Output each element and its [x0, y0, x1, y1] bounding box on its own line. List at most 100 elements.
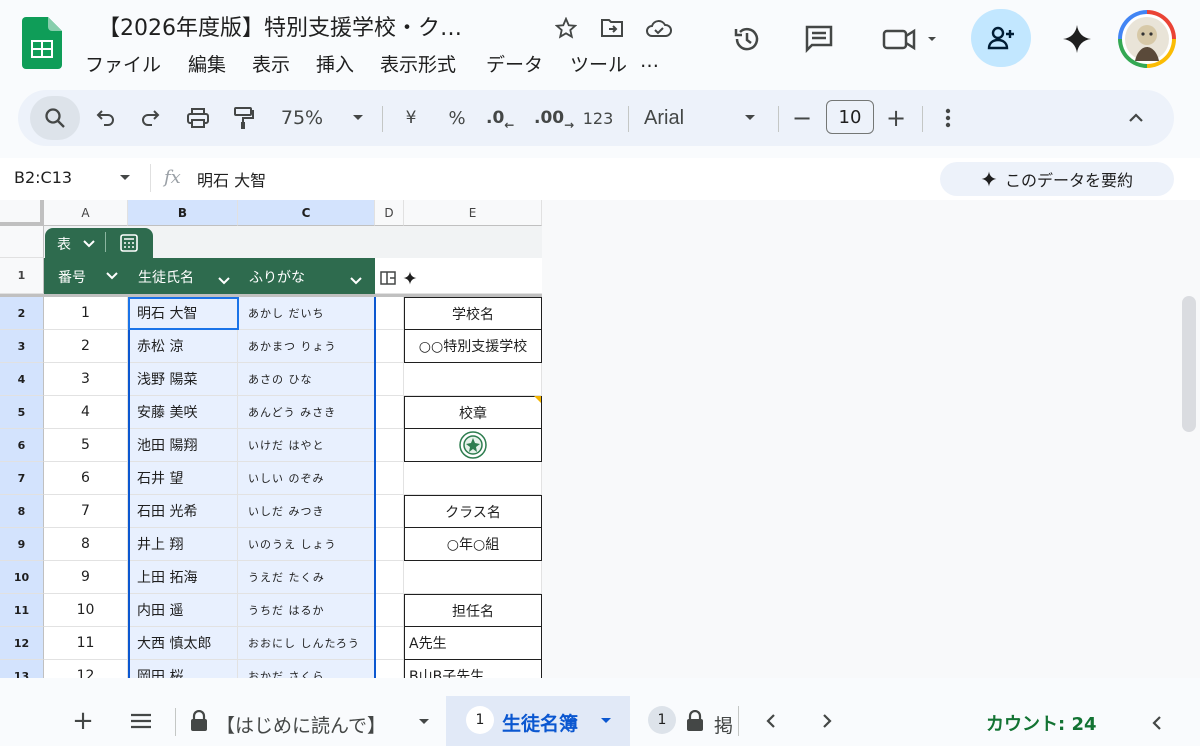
- cell-number[interactable]: 7: [44, 495, 128, 528]
- cell-empty-d[interactable]: [375, 660, 404, 678]
- cell-empty-d[interactable]: [375, 330, 404, 363]
- row-header-4[interactable]: 4: [0, 363, 44, 396]
- cell-furigana[interactable]: おかだ さくら: [238, 660, 375, 678]
- row-header-13[interactable]: 13: [0, 660, 44, 678]
- sheet-grid[interactable]: A B C D E 表 1 番号 生徒氏名 ふりがな 2 1 明石 大智 あかし だい…: [0, 200, 542, 678]
- column-header-d[interactable]: D: [375, 200, 404, 226]
- scroll-tabs-left-icon[interactable]: [760, 708, 782, 734]
- header-furigana-dropdown-icon[interactable]: [350, 270, 362, 289]
- collapse-side-panel-icon[interactable]: [1146, 710, 1168, 736]
- cell-furigana[interactable]: いしい のぞみ: [238, 462, 375, 495]
- row-header-6[interactable]: 6: [0, 429, 44, 462]
- increase-decimal-button[interactable]: .00 →: [534, 90, 574, 146]
- cell-number[interactable]: 12: [44, 660, 128, 678]
- row-header-9[interactable]: 9: [0, 528, 44, 561]
- comments-icon[interactable]: [800, 20, 838, 58]
- comment-indicator[interactable]: [534, 396, 541, 403]
- cell-student-name[interactable]: 内田 遥: [128, 594, 238, 627]
- name-box-dropdown-icon[interactable]: [116, 170, 134, 186]
- decrease-font-size-button[interactable]: −: [790, 90, 814, 146]
- sheet-tab-readme[interactable]: 【はじめに読んで】: [184, 700, 442, 746]
- cell-furigana[interactable]: あさの ひな: [238, 363, 375, 396]
- cell-empty-d[interactable]: [375, 528, 404, 561]
- currency-format-button[interactable]: ¥: [396, 90, 426, 146]
- row-header-11[interactable]: 11: [0, 594, 44, 627]
- cell-furigana[interactable]: おおにし しんたろう: [238, 627, 375, 660]
- cell-empty-d[interactable]: [375, 561, 404, 594]
- school-name-cell[interactable]: ○○特別支援学校: [404, 330, 542, 363]
- menu-view[interactable]: 表示: [252, 50, 290, 77]
- star-icon[interactable]: [552, 14, 580, 42]
- more-options-icon[interactable]: [936, 90, 960, 146]
- cell-number[interactable]: 8: [44, 528, 128, 561]
- column-header-c[interactable]: C: [238, 200, 375, 226]
- cell-furigana[interactable]: あんどう みさき: [238, 396, 375, 429]
- name-box[interactable]: B2:C13: [14, 168, 72, 187]
- cell-empty-d[interactable]: [375, 495, 404, 528]
- cell-furigana[interactable]: いしだ みつき: [238, 495, 375, 528]
- menu-more[interactable]: …: [640, 50, 659, 72]
- history-icon[interactable]: [728, 20, 766, 58]
- cell-number[interactable]: 3: [44, 363, 128, 396]
- menu-format[interactable]: 表示形式: [380, 50, 456, 77]
- table-menu-dropdown-icon[interactable]: [81, 236, 97, 252]
- class-name-cell[interactable]: ○年○組: [404, 528, 542, 561]
- column-header-a[interactable]: A: [44, 200, 128, 226]
- menu-file[interactable]: ファイル: [85, 50, 161, 77]
- font-size-input[interactable]: 10: [826, 100, 874, 134]
- increase-font-size-button[interactable]: +: [884, 90, 908, 146]
- menu-edit[interactable]: 編集: [188, 50, 226, 77]
- emblem-image-cell[interactable]: [404, 429, 542, 462]
- cell-furigana[interactable]: いけだ はやと: [238, 429, 375, 462]
- cell-student-name[interactable]: 安藤 美咲: [128, 396, 238, 429]
- all-sheets-icon[interactable]: [128, 710, 154, 732]
- cell-empty-d[interactable]: [375, 363, 404, 396]
- menu-tools[interactable]: ツール: [570, 50, 627, 77]
- cell-student-name[interactable]: 岡田 桜: [128, 660, 238, 678]
- header-student-name[interactable]: 生徒氏名: [138, 267, 194, 287]
- cell-empty-d[interactable]: [375, 462, 404, 495]
- row-header-7[interactable]: 7: [0, 462, 44, 495]
- search-menus-icon[interactable]: [30, 96, 80, 140]
- header-name-dropdown-icon[interactable]: [218, 270, 230, 289]
- scroll-tabs-right-icon[interactable]: [816, 708, 838, 734]
- row-header-3[interactable]: 3: [0, 330, 44, 363]
- cell-furigana[interactable]: うちだ はるか: [238, 594, 375, 627]
- cell-number[interactable]: 4: [44, 396, 128, 429]
- smart-fill-sparkle-icon[interactable]: [400, 268, 420, 288]
- cell-student-name[interactable]: 浅野 陽菜: [128, 363, 238, 396]
- summarize-data-button[interactable]: このデータを要約: [940, 162, 1174, 196]
- cell-furigana[interactable]: いのうえ しょう: [238, 528, 375, 561]
- cell-empty-d[interactable]: [375, 297, 404, 330]
- move-folder-icon[interactable]: [598, 14, 626, 42]
- vertical-scrollbar[interactable]: [1182, 296, 1196, 432]
- menu-insert[interactable]: 挿入: [316, 50, 354, 77]
- header-furigana[interactable]: ふりがな: [249, 267, 305, 287]
- percent-format-button[interactable]: %: [442, 90, 472, 146]
- cell-number[interactable]: 6: [44, 462, 128, 495]
- row-header-8[interactable]: 8: [0, 495, 44, 528]
- column-layout-icon[interactable]: [378, 268, 398, 288]
- cell-student-name[interactable]: 明石 大智: [128, 297, 238, 330]
- column-header-e[interactable]: E: [404, 200, 542, 226]
- sheet-tab-roster[interactable]: 1 生徒名簿: [446, 696, 630, 746]
- cell-student-name[interactable]: 上田 拓海: [128, 561, 238, 594]
- add-sheet-icon[interactable]: +: [70, 706, 96, 736]
- undo-icon[interactable]: [90, 90, 122, 146]
- tab-dropdown-icon[interactable]: [600, 717, 612, 725]
- table-chip[interactable]: 表: [45, 228, 153, 260]
- cell-student-name[interactable]: 大西 慎太郎: [128, 627, 238, 660]
- row-header-12[interactable]: 12: [0, 627, 44, 660]
- more-formats-button[interactable]: 123: [580, 90, 616, 146]
- collapse-menu-icon[interactable]: [1122, 90, 1150, 146]
- table-calculator-icon[interactable]: [119, 233, 139, 253]
- cell-furigana[interactable]: うえだ たくみ: [238, 561, 375, 594]
- paint-format-icon[interactable]: [226, 90, 260, 146]
- zoom-dropdown-icon[interactable]: [346, 90, 370, 146]
- cell-empty-d[interactable]: [375, 396, 404, 429]
- cell-empty-d[interactable]: [375, 627, 404, 660]
- row-header-10[interactable]: 10: [0, 561, 44, 594]
- cell-empty-e[interactable]: [404, 363, 542, 396]
- gemini-icon[interactable]: [1058, 20, 1096, 58]
- count-summary[interactable]: カウント: 24: [986, 710, 1097, 736]
